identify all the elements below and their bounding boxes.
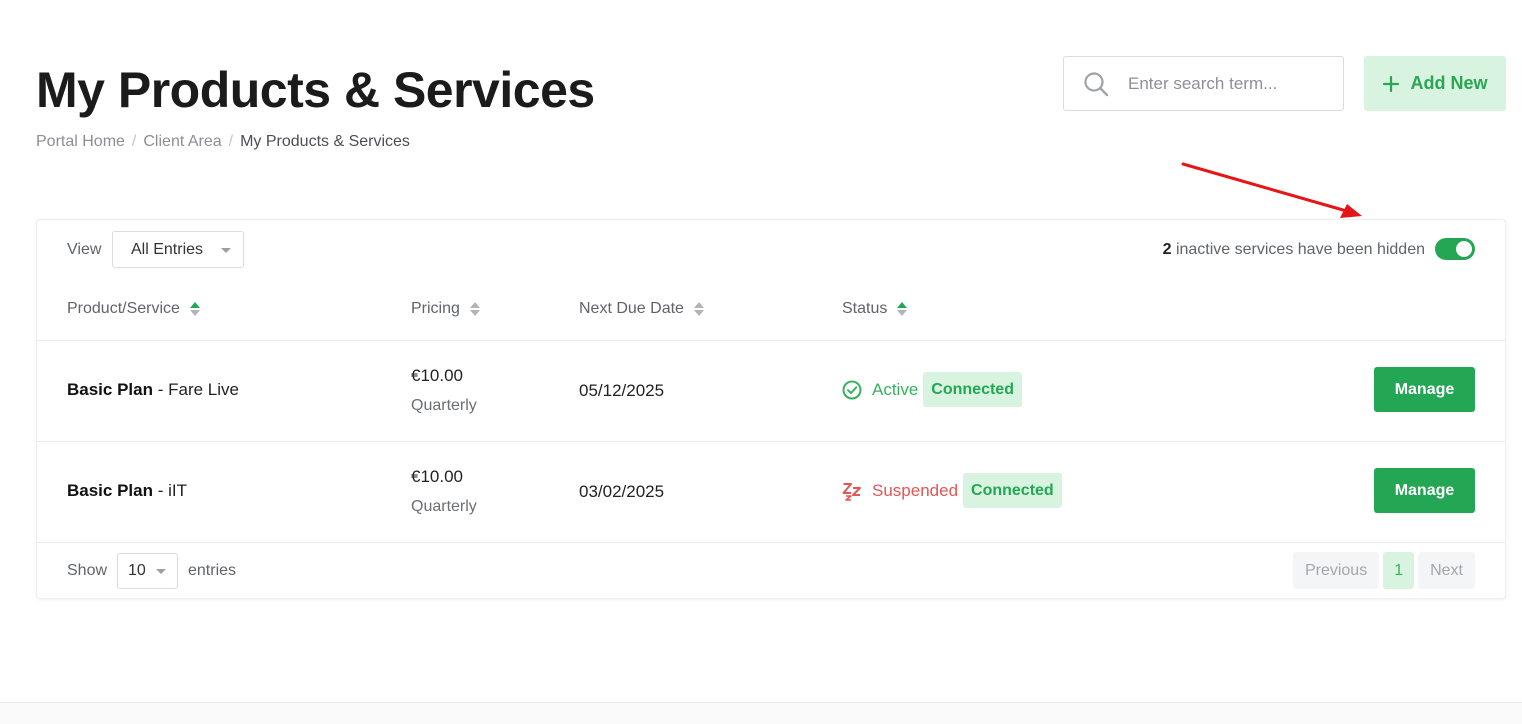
search-input[interactable] (1128, 73, 1328, 94)
row-due-date: 03/02/2025 (579, 482, 665, 501)
inactive-services-note: 2 inactive services have been hidden (1163, 241, 1425, 259)
page-title: My Products & Services (36, 62, 595, 118)
add-new-label: Add New (1410, 73, 1488, 93)
sort-icon (189, 301, 200, 317)
sleep-icon (842, 482, 861, 501)
column-header-pricing[interactable]: Pricing (411, 300, 480, 318)
toggle-knob (1456, 241, 1472, 257)
column-header-product[interactable]: Product/Service (67, 300, 200, 318)
footer-strip (0, 704, 1522, 724)
pagination-page-1[interactable]: 1 (1383, 552, 1415, 589)
view-filter-value: All Entries (131, 241, 204, 258)
breadcrumb: Portal Home / Client Area / My Products & Se… (36, 133, 410, 151)
search-icon (1084, 71, 1109, 96)
table-row-product[interactable]: Basic Plan - Fare Live (67, 380, 239, 400)
sort-icon (469, 301, 480, 317)
pagination: Previous 1 Next (1292, 552, 1475, 589)
manage-button[interactable]: Manage (1374, 367, 1475, 412)
pagination-previous[interactable]: Previous (1292, 552, 1380, 589)
status-badge: Connected (923, 372, 1022, 407)
row-divider (37, 542, 1505, 543)
inactive-count: 2 (1162, 241, 1172, 258)
breadcrumb-current: My Products & Services (240, 133, 410, 150)
column-header-due-date-label: Next Due Date (579, 300, 684, 317)
annotation-arrow-icon (1181, 162, 1362, 218)
status-badge: Connected (963, 473, 1062, 508)
status-text: Suspended (872, 480, 959, 500)
column-header-product-label: Product/Service (67, 300, 180, 317)
search-box[interactable] (1063, 56, 1344, 111)
column-header-pricing-label: Pricing (411, 300, 460, 317)
sort-icon (693, 301, 704, 317)
row-service-name: - Fare Live (153, 380, 239, 399)
plus-icon (1383, 75, 1400, 92)
page-size-select[interactable]: 10 (117, 553, 178, 589)
services-table-card: View All Entries 2 inactive services hav… (36, 219, 1506, 599)
row-divider (37, 340, 1505, 341)
column-header-due-date[interactable]: Next Due Date (579, 300, 704, 318)
row-billing-cycle: Quarterly (411, 498, 477, 515)
inactive-text: inactive services have been hidden (1171, 241, 1425, 258)
entries-label: entries (188, 562, 237, 579)
breadcrumb-client-area[interactable]: Client Area (143, 133, 221, 150)
row-price: €10.00 (411, 467, 463, 486)
column-header-status[interactable]: Status (842, 300, 908, 318)
pagination-next[interactable]: Next (1418, 552, 1475, 589)
sort-icon (897, 301, 908, 317)
row-plan-name: Basic Plan (67, 481, 153, 500)
row-plan-name: Basic Plan (67, 380, 153, 399)
view-label: View (67, 241, 102, 258)
row-status: Active Connected (842, 372, 1022, 407)
breadcrumb-separator: / (228, 133, 234, 150)
chevron-down-icon (156, 569, 166, 574)
add-new-button[interactable]: Add New (1364, 56, 1506, 111)
view-filter-select[interactable]: All Entries (112, 231, 244, 268)
page-size-value: 10 (128, 562, 146, 579)
table-row-product[interactable]: Basic Plan - iIT (67, 481, 187, 501)
row-price: €10.00 (411, 366, 463, 385)
breadcrumb-separator: / (131, 133, 137, 150)
breadcrumb-portal-home[interactable]: Portal Home (36, 133, 125, 150)
row-due-date: 05/12/2025 (579, 381, 665, 400)
status-text: Active (872, 379, 919, 399)
row-divider (37, 441, 1505, 442)
row-status: Suspended Connected (842, 473, 1062, 508)
show-inactive-toggle[interactable] (1435, 238, 1475, 260)
row-billing-cycle: Quarterly (411, 397, 477, 414)
check-circle-icon (842, 380, 862, 399)
manage-button[interactable]: Manage (1374, 468, 1475, 513)
row-service-name: - iIT (153, 481, 187, 500)
chevron-down-icon (221, 248, 231, 253)
show-label: Show (67, 562, 108, 579)
column-header-status-label: Status (842, 300, 888, 317)
